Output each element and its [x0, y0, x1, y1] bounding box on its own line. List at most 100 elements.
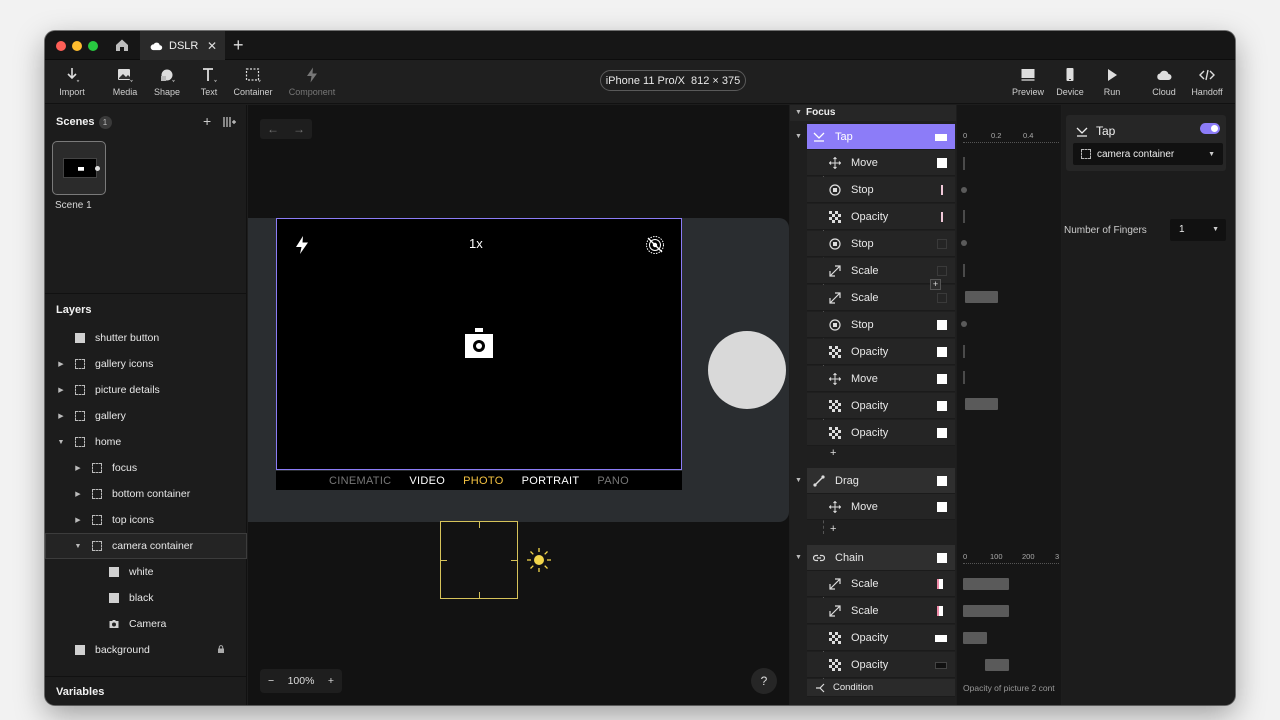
layer-top-icons[interactable]: ▶ top icons — [45, 507, 247, 533]
insert-action-button[interactable]: + — [930, 279, 941, 290]
timeline-bar[interactable] — [963, 605, 1009, 617]
mode-photo[interactable]: PHOTO — [463, 475, 503, 487]
home-icon[interactable] — [114, 37, 130, 53]
action-opacity[interactable]: Opacity — [807, 625, 955, 651]
collapse-icon[interactable]: ▼ — [795, 554, 802, 561]
scene-thumbnail[interactable] — [52, 141, 106, 195]
flash-icon[interactable] — [295, 235, 309, 255]
component-button[interactable]: Component — [289, 66, 335, 97]
preview-button[interactable]: Preview — [1007, 66, 1049, 97]
live-photo-off-icon[interactable] — [645, 235, 665, 255]
layer-shutter-button[interactable]: shutter button — [45, 325, 247, 351]
collapse-icon[interactable]: ▼ — [795, 133, 802, 140]
tab-dslr[interactable]: DSLR ✕ — [140, 31, 225, 60]
add-action-button[interactable]: + — [830, 447, 836, 459]
cloud-button[interactable]: Cloud — [1143, 66, 1185, 97]
action-stop[interactable]: Stop — [807, 177, 955, 203]
trigger-enabled-toggle[interactable] — [1200, 123, 1220, 134]
new-tab-button[interactable]: + — [233, 35, 244, 56]
import-button[interactable]: Import — [50, 66, 94, 97]
layer-gallery-icons[interactable]: ▶ gallery icons — [45, 351, 247, 377]
layer-black[interactable]: black — [45, 585, 247, 611]
camera-container-frame[interactable] — [276, 218, 682, 470]
minimize-window-button[interactable] — [72, 41, 82, 51]
timeline-keyframe[interactable] — [963, 371, 965, 384]
collapse-icon[interactable]: ▼ — [74, 543, 82, 550]
trigger-chain[interactable]: Chain — [807, 545, 955, 571]
timeline-bar[interactable] — [985, 659, 1009, 671]
timeline-keyframe[interactable] — [963, 210, 965, 223]
layer-camera[interactable]: Camera — [45, 611, 247, 637]
expand-icon[interactable]: ▶ — [57, 412, 65, 420]
expand-icon[interactable]: ▶ — [74, 490, 82, 498]
timeline-keyframe[interactable] — [963, 345, 965, 358]
zoom-window-button[interactable] — [88, 41, 98, 51]
media-button[interactable]: Media — [103, 66, 147, 97]
action-stop[interactable]: Stop — [807, 312, 955, 338]
zoom-indicator[interactable]: 1x — [469, 236, 483, 251]
tab-close-icon[interactable]: ✕ — [207, 39, 217, 53]
timeline-stop[interactable] — [961, 240, 967, 246]
layer-picture-details[interactable]: ▶ picture details — [45, 377, 247, 403]
timeline-keyframe[interactable] — [963, 157, 965, 170]
shutter-button[interactable] — [708, 331, 786, 409]
run-button[interactable]: Run — [1091, 66, 1133, 97]
action-stop[interactable]: Stop — [807, 231, 955, 257]
container-button[interactable]: Container — [231, 66, 275, 97]
shape-button[interactable]: Shape — [145, 66, 189, 97]
handoff-button[interactable]: Handoff — [1186, 66, 1228, 97]
trigger-drag[interactable]: Drag — [807, 468, 955, 494]
collapse-icon[interactable]: ▼ — [795, 105, 802, 121]
mode-video[interactable]: VIDEO — [409, 475, 445, 487]
collapse-icon[interactable]: ▼ — [795, 477, 802, 484]
zoom-level[interactable]: 100% — [288, 675, 315, 687]
device-selector[interactable]: iPhone 11 Pro/X 812 × 375 — [600, 70, 746, 91]
timeline-stop[interactable] — [961, 187, 967, 193]
mode-cinematic[interactable]: CINEMATIC — [329, 475, 391, 487]
sun-icon[interactable] — [526, 547, 552, 573]
interactions-header[interactable]: ▼ Focus — [790, 105, 956, 121]
layer-bottom-container[interactable]: ▶ bottom container — [45, 481, 247, 507]
action-opacity[interactable]: Opacity — [807, 339, 955, 365]
forward-arrow-icon[interactable]: → — [286, 119, 312, 139]
timeline-bar[interactable] — [965, 291, 998, 303]
design-canvas[interactable]: ← → 1x CINEMATIC VIDEO PHOTO PORTRAIT PA… — [248, 105, 789, 705]
help-button[interactable]: ? — [751, 668, 777, 694]
action-opacity[interactable]: Opacity — [807, 420, 955, 446]
layer-white[interactable]: white — [45, 559, 247, 585]
condition-row[interactable]: Condition — [807, 679, 955, 697]
action-move[interactable]: Move — [807, 366, 955, 392]
timeline-stop[interactable] — [961, 321, 967, 327]
target-layer-select[interactable]: camera container ▼ — [1073, 143, 1223, 165]
lock-icon[interactable] — [217, 645, 225, 653]
layer-home[interactable]: ▼ home — [45, 429, 247, 455]
action-scale[interactable]: Scale — [807, 598, 955, 624]
mode-portrait[interactable]: PORTRAIT — [522, 475, 580, 487]
add-scene-button[interactable]: + — [203, 113, 211, 129]
layer-focus[interactable]: ▶ focus — [45, 455, 247, 481]
action-opacity[interactable]: Opacity — [807, 393, 955, 419]
action-scale[interactable]: Scale — [807, 571, 955, 597]
timeline-bar[interactable] — [965, 398, 998, 410]
zoom-out-button[interactable]: − — [268, 675, 274, 687]
action-opacity[interactable]: Opacity — [807, 204, 955, 230]
expand-icon[interactable]: ▶ — [57, 360, 65, 368]
expand-icon[interactable]: ▶ — [57, 386, 65, 394]
add-action-button[interactable]: + — [830, 523, 836, 535]
timeline-panel[interactable]: 0 0.2 0.4 0 100 200 3 Opacity of picture… — [957, 105, 1061, 705]
fingers-select[interactable]: 1 ▼ — [1170, 219, 1226, 241]
action-move[interactable]: Move — [807, 150, 955, 176]
mode-pano[interactable]: PANO — [597, 475, 629, 487]
layer-camera-container[interactable]: ▼ camera container — [45, 533, 247, 559]
text-button[interactable]: Text — [187, 66, 231, 97]
layer-gallery[interactable]: ▶ gallery — [45, 403, 247, 429]
scene-view-toggle-icon[interactable] — [223, 116, 237, 131]
action-opacity[interactable]: Opacity — [807, 652, 955, 678]
expand-icon[interactable]: ▶ — [74, 516, 82, 524]
expand-icon[interactable]: ▶ — [74, 464, 82, 472]
timeline-keyframe[interactable] — [963, 264, 965, 277]
timeline-bar[interactable] — [963, 632, 987, 644]
layer-background[interactable]: background — [45, 637, 247, 663]
collapse-icon[interactable]: ▼ — [57, 439, 65, 446]
timeline-bar[interactable] — [963, 578, 1009, 590]
